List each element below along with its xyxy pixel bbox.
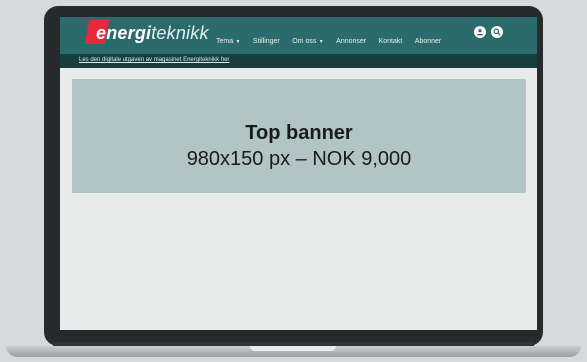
banner-price: 980x150 px – NOK 9,000 <box>186 148 412 170</box>
logo-text-bold: energi <box>96 23 152 43</box>
magazine-bar: Les den digitale utgaven av magasinet En… <box>60 54 537 68</box>
nav-item-annonser[interactable]: Annonser <box>336 38 366 45</box>
banner-title: Top banner <box>245 122 353 144</box>
search-button[interactable] <box>491 26 503 38</box>
search-icon <box>493 28 501 36</box>
nav-item-label: Abonner <box>414 38 442 45</box>
browser-screen: energiteknikk Tema ▼ Stillinger Om oss ▼… <box>60 17 537 330</box>
laptop-notch <box>250 346 336 351</box>
top-banner-placeholder: Top banner 980x150 px – NOK 9,000 <box>72 79 526 193</box>
nav-item-abonner[interactable]: Abonner <box>415 38 441 45</box>
nav-item-tema[interactable]: Tema ▼ <box>216 38 240 45</box>
nav-item-label: Annonser <box>336 38 367 45</box>
nav-item-stillinger[interactable]: Stillinger <box>253 38 280 45</box>
chevron-down-icon: ▼ <box>234 39 241 45</box>
nav-item-kontakt[interactable]: Kontakt <box>379 38 403 45</box>
logo-text-light: teknikk <box>151 23 209 43</box>
nav-item-om-oss[interactable]: Om oss ▼ <box>292 38 323 45</box>
site-header: energiteknikk Tema ▼ Stillinger Om oss ▼… <box>60 17 537 54</box>
user-icon <box>477 29 483 36</box>
site-logo[interactable]: energiteknikk <box>96 23 209 44</box>
user-button[interactable] <box>474 26 486 38</box>
chevron-down-icon: ▼ <box>317 39 324 45</box>
nav-item-label: Stillinger <box>252 38 280 45</box>
nav-item-label: Kontakt <box>378 38 403 45</box>
nav-item-label: Tema <box>216 38 234 45</box>
digital-magazine-link[interactable]: Les den digitale utgaven av magasinet En… <box>79 57 229 63</box>
main-nav: Tema ▼ Stillinger Om oss ▼ Annonser Kont… <box>216 30 449 45</box>
nav-item-label: Om oss <box>292 38 317 45</box>
